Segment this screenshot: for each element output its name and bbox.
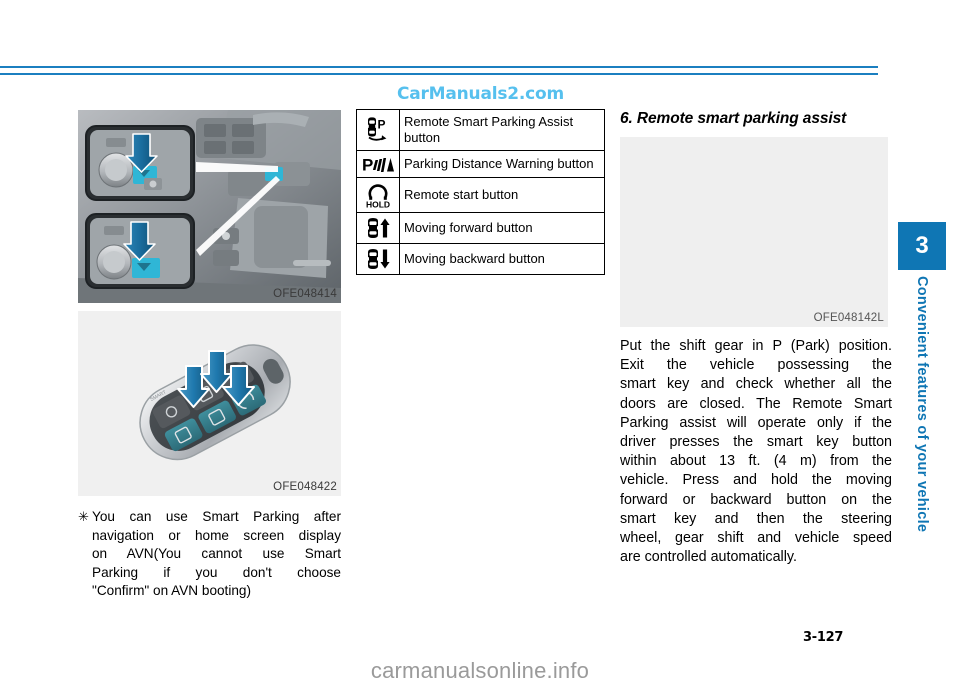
note-line: You can use Smart Parking after bbox=[92, 509, 341, 524]
button-label: Moving forward button bbox=[399, 212, 605, 244]
car-backward-arrow-icon bbox=[356, 243, 400, 275]
chapter-tab-number: 3 bbox=[898, 222, 946, 270]
car-backward-arrow-icon-glyph bbox=[367, 249, 390, 269]
note-line: "Confirm" on AVN booting) bbox=[92, 583, 252, 598]
body-line: doors are closed. The Remote Smart bbox=[620, 395, 892, 412]
figure-remote-parking: OFE048142L bbox=[620, 137, 888, 327]
svg-text:HOLD: HOLD bbox=[366, 200, 390, 210]
center-console-illustration bbox=[78, 110, 341, 303]
figure-smart-key: SMART OFE048422 bbox=[78, 311, 341, 496]
car-forward-arrow-icon bbox=[356, 212, 400, 244]
note-bullet-icon: ✳ bbox=[78, 509, 89, 524]
body-line: wheel, gear shift and vehicle speed bbox=[620, 530, 892, 547]
header-rule bbox=[0, 66, 878, 75]
button-legend-table: P Remote Smart Parking Assist button P P… bbox=[356, 109, 605, 275]
callout-upper bbox=[85, 125, 195, 201]
section-body: Put the shift gear in P (Park) position.… bbox=[620, 337, 892, 567]
body-line: driver presses the smart key button bbox=[620, 434, 892, 451]
body-line: Put the shift gear in P (Park) position. bbox=[620, 338, 892, 354]
note-line: Parking if you don't choose bbox=[92, 564, 341, 580]
section-heading: 6. Remote smart parking assist bbox=[620, 110, 847, 127]
car-forward-arrow-icon-glyph bbox=[367, 218, 390, 238]
figure-caption: OFE048142L bbox=[813, 312, 884, 324]
note-body: You can use Smart Parking after navigati… bbox=[92, 508, 341, 601]
car-parking-p-icon: P bbox=[356, 109, 400, 151]
table-row: Moving forward button bbox=[356, 212, 605, 244]
parking-distance-warning-icon: P bbox=[356, 150, 400, 178]
middle-column: CarManuals2.com P Remote Smart Parking A… bbox=[356, 84, 605, 275]
body-line: within about 13 ft. (4 m) from the bbox=[620, 453, 892, 470]
figure-caption: OFE048422 bbox=[273, 481, 337, 493]
svg-text:P: P bbox=[362, 156, 373, 175]
body-line: are controlled automatically. bbox=[620, 549, 797, 566]
callout-lower bbox=[85, 213, 195, 289]
svg-text:P: P bbox=[378, 118, 386, 132]
car-parking-p-icon-glyph: P bbox=[367, 117, 387, 141]
site-footer-watermark: carmanualsonline.info bbox=[370, 658, 590, 683]
button-label: Remote start button bbox=[399, 177, 605, 213]
left-column: OFE048414 SMART OFE048422 ✳ You can use … bbox=[78, 110, 341, 601]
remote-start-hold-icon: HOLD bbox=[356, 177, 400, 213]
right-column: 6. Remote smart parking assist OFE048142… bbox=[620, 110, 892, 567]
body-line: forward or backward button on the bbox=[620, 491, 892, 508]
figure-caption: OFE048414 bbox=[273, 288, 337, 300]
page-number: 3-127 bbox=[803, 630, 844, 645]
button-label: Parking Distance Warning button bbox=[399, 150, 605, 178]
note-line: navigation or home screen display bbox=[92, 527, 341, 543]
button-label: Remote Smart Parking Assist button bbox=[399, 109, 605, 151]
body-line: Parking assist will operate only if the bbox=[620, 414, 892, 431]
smart-key-illustration: SMART bbox=[78, 311, 341, 496]
body-line: Exit the vehicle possessing the bbox=[620, 357, 892, 374]
figure-center-console: OFE048414 bbox=[78, 110, 341, 303]
note-line: on AVN(You cannot use Smart bbox=[92, 546, 341, 561]
button-label: Moving backward button bbox=[399, 243, 605, 275]
body-line: smart key and then the steering bbox=[620, 510, 892, 527]
body-line: smart key and check whether all the bbox=[620, 376, 892, 393]
watermark-carmanuals2: CarManuals2.com bbox=[396, 84, 565, 104]
smart-parking-note: ✳ You can use Smart Parking after naviga… bbox=[78, 508, 341, 601]
table-row: P Remote Smart Parking Assist button bbox=[356, 109, 605, 151]
body-line: vehicle. Press and hold the moving bbox=[620, 472, 892, 489]
table-row: P Parking Distance Warning button bbox=[356, 150, 605, 178]
chapter-tab-title-text: Convenient features of your vehicle bbox=[914, 276, 930, 533]
chapter-tab-title: Convenient features of your vehicle bbox=[898, 276, 946, 532]
table-row: HOLD Remote start button bbox=[356, 177, 605, 213]
table-row: Moving backward button bbox=[356, 243, 605, 275]
remote-start-hold-icon-glyph: HOLD bbox=[366, 184, 390, 210]
parking-distance-warning-icon-glyph: P bbox=[362, 156, 394, 175]
